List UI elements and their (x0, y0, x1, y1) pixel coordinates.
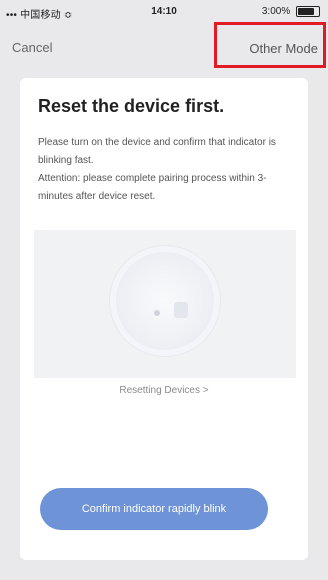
instructions-text: Please turn on the device and confirm th… (38, 134, 294, 206)
cancel-button[interactable]: Cancel (12, 40, 52, 55)
reset-instructions-card: Reset the device first. Please turn on t… (20, 78, 308, 560)
battery-icon (296, 6, 320, 17)
indicator-dot-icon (154, 310, 160, 316)
attention-paragraph: Attention: please complete pairing proce… (38, 173, 267, 202)
page-title: Reset the device first. (38, 96, 225, 116)
battery-status: 3:00% (262, 6, 320, 17)
confirm-blink-button[interactable]: Confirm indicator rapidly blink (40, 488, 268, 530)
resetting-devices-link[interactable]: Resetting Devices > (20, 385, 308, 396)
indicator-light-icon (174, 302, 188, 318)
instruction-paragraph: Please turn on the device and confirm th… (38, 137, 276, 166)
battery-percent: 3:00% (261, 6, 291, 18)
status-bar: ••• 中国移动 ≎ 14:10 3:00% (0, 0, 328, 22)
highlight-annotation-box (214, 22, 326, 68)
device-illustration (34, 230, 296, 378)
device-image (116, 252, 214, 350)
